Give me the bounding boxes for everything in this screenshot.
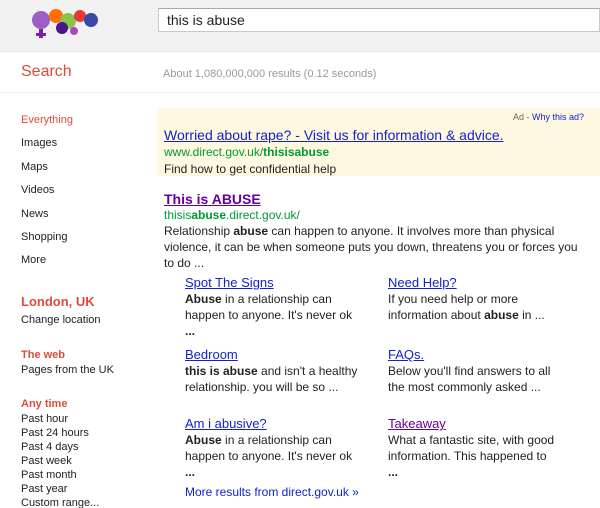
sitelink-desc: If you need help or more information abo… xyxy=(388,291,568,323)
search-heading: Search xyxy=(21,63,72,80)
change-location-link[interactable]: Change location xyxy=(21,314,101,326)
result-title-link[interactable]: This is ABUSE xyxy=(164,191,261,207)
sidebar-item-maps[interactable]: Maps xyxy=(21,159,141,182)
sitelink-text-pre: Below you'll find answers to all the mos… xyxy=(388,364,551,394)
sitelink: Need Help? If you need help or more info… xyxy=(388,275,568,323)
ad-url: www.direct.gov.uk/thisisabuse xyxy=(164,145,329,159)
sitelink-bold: Abuse xyxy=(185,433,222,447)
sitelink-desc: What a fantastic site, with good informa… xyxy=(388,432,568,480)
sitelink-bold: this is abuse xyxy=(185,364,258,378)
web-filter-title: The web xyxy=(21,349,66,361)
sitelink-tail: ... xyxy=(388,465,399,479)
result-snippet: Relationship abuse can happen to anyone.… xyxy=(164,223,584,271)
result-url-prefix: thisis xyxy=(164,208,192,222)
result-url-suffix: .direct.gov.uk/ xyxy=(226,208,300,222)
sitelink-desc: Below you'll find answers to all the mos… xyxy=(388,363,568,395)
sitelink-tail: ... xyxy=(185,324,196,338)
sitelink-text: in ... xyxy=(518,308,545,322)
ad-prefix: Ad - xyxy=(512,112,532,122)
ad-url-bold: thisisabuse xyxy=(263,145,330,159)
location-title: London, UK xyxy=(21,294,95,309)
sidebar-item-videos[interactable]: Videos xyxy=(21,182,141,205)
search-input[interactable] xyxy=(158,8,600,32)
sidebar-item-more[interactable]: More xyxy=(21,252,141,275)
filter-past-week[interactable]: Past week xyxy=(21,455,72,467)
filter-pages-uk[interactable]: Pages from the UK xyxy=(21,364,114,376)
sitelink: Spot The Signs Abuse in a relationship c… xyxy=(185,275,365,339)
search-result: This is ABUSE thisisabuse.direct.gov.uk/… xyxy=(164,191,584,271)
filter-past-year[interactable]: Past year xyxy=(21,483,67,495)
snippet-bold: abuse xyxy=(233,224,269,238)
sidebar-item-images[interactable]: Images xyxy=(21,135,141,158)
sitelink-title[interactable]: Bedroom xyxy=(185,347,238,362)
ad-url-prefix: www.direct.gov.uk/ xyxy=(164,145,264,159)
google-logo-icon[interactable] xyxy=(28,4,108,40)
more-results-link[interactable]: More results from direct.gov.uk » xyxy=(185,485,359,499)
sitelink: Takeaway What a fantastic site, with goo… xyxy=(388,416,568,480)
sidebar-item-news[interactable]: News xyxy=(21,206,141,229)
filter-past-month[interactable]: Past month xyxy=(21,469,77,481)
time-filter-title: Any time xyxy=(21,398,68,410)
ad-title-link[interactable]: Worried about rape? - Visit us for infor… xyxy=(164,127,504,143)
top-bar xyxy=(0,0,600,52)
sitelink-desc: Abuse in a relationship can happen to an… xyxy=(185,432,365,480)
sitelink-bold: Abuse xyxy=(185,292,222,306)
sitelink-text-pre: What a fantastic site, with good informa… xyxy=(388,433,555,463)
sitelink: FAQs. Below you'll find answers to all t… xyxy=(388,347,568,395)
filter-past-4-days[interactable]: Past 4 days xyxy=(21,441,78,453)
sidebar-item-shopping[interactable]: Shopping xyxy=(21,229,141,252)
sitelink-bold: abuse xyxy=(484,308,519,322)
sitelink-desc: Abuse in a relationship can happen to an… xyxy=(185,291,365,339)
sidebar-nav: Everything Images Maps Videos News Shopp… xyxy=(21,112,141,276)
why-this-ad-link[interactable]: Why this ad? xyxy=(532,112,584,122)
ad-description: Find how to get confidential help xyxy=(164,162,337,176)
sidebar-item-everything[interactable]: Everything xyxy=(21,112,141,135)
sitelink-tail: ... xyxy=(185,465,196,479)
sitelink-title[interactable]: Am i abusive? xyxy=(185,416,267,431)
filter-past-hour[interactable]: Past hour xyxy=(21,413,68,425)
sitelink: Bedroom this is abuse and isn't a health… xyxy=(185,347,365,395)
result-url: thisisabuse.direct.gov.uk/ xyxy=(164,208,584,222)
sitelink-title[interactable]: Takeaway xyxy=(388,416,446,431)
sitelink-title[interactable]: FAQs. xyxy=(388,347,424,362)
sitelink-desc: this is abuse and isn't a healthy relati… xyxy=(185,363,365,395)
result-url-bold: abuse xyxy=(191,208,227,222)
result-stats: About 1,080,000,000 results (0.12 second… xyxy=(163,68,377,80)
sponsored-ad: Ad - Why this ad? Worried about rape? - … xyxy=(157,108,600,176)
filter-past-24-hours[interactable]: Past 24 hours xyxy=(21,427,89,439)
sitelink-title[interactable]: Spot The Signs xyxy=(185,275,274,290)
sitelink: Am i abusive? Abuse in a relationship ca… xyxy=(185,416,365,480)
sitelink-title[interactable]: Need Help? xyxy=(388,275,457,290)
filter-custom-range[interactable]: Custom range... xyxy=(21,497,99,508)
results-header: Search About 1,080,000,000 results (0.12… xyxy=(0,53,600,93)
ad-label: Ad - Why this ad? xyxy=(513,112,584,122)
snippet-pre: Relationship xyxy=(164,224,234,238)
